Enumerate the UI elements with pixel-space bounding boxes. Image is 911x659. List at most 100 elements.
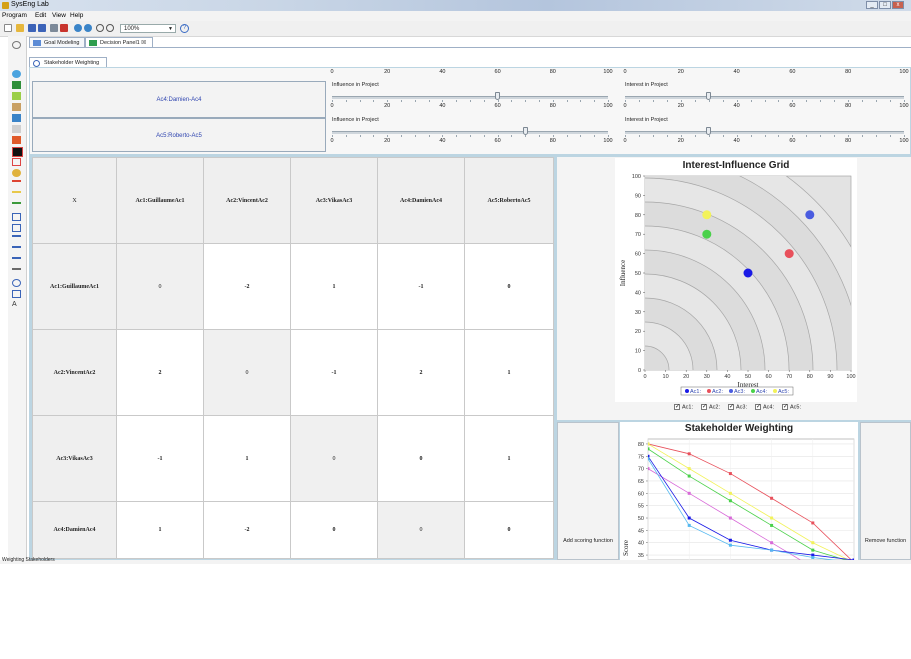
matrix-cell[interactable]: 0 bbox=[377, 415, 465, 502]
data-point[interactable] bbox=[687, 467, 691, 471]
series-checkbox[interactable]: ✓ Ac2: bbox=[701, 404, 720, 410]
zoom-select[interactable]: 100% ▼ bbox=[120, 24, 176, 33]
interest-slider-thumb[interactable] bbox=[706, 127, 712, 135]
contribute-link-icon[interactable] bbox=[12, 202, 21, 212]
obstacle-icon[interactable] bbox=[12, 136, 21, 144]
interest-slider-thumb[interactable] bbox=[706, 92, 712, 100]
save-icon[interactable] bbox=[28, 24, 36, 32]
matrix-cell[interactable]: -2 bbox=[203, 243, 291, 330]
tab-stakeholder-weighting[interactable]: Stakeholder Weighting ☒ bbox=[29, 57, 107, 76]
influence-slider-track[interactable] bbox=[332, 131, 608, 134]
data-point[interactable] bbox=[687, 491, 691, 495]
data-point[interactable] bbox=[728, 472, 732, 476]
refine-link-icon[interactable] bbox=[12, 191, 21, 201]
data-point[interactable] bbox=[728, 491, 732, 495]
entity-icon[interactable] bbox=[12, 224, 21, 232]
agent-icon[interactable] bbox=[12, 147, 23, 157]
open-folder-icon[interactable] bbox=[16, 24, 24, 32]
data-point[interactable] bbox=[811, 521, 815, 525]
add-scoring-function-button[interactable]: Add scoring function bbox=[557, 422, 619, 560]
association-icon[interactable] bbox=[12, 235, 21, 245]
data-point[interactable] bbox=[728, 543, 732, 547]
data-point[interactable] bbox=[647, 447, 650, 451]
undo-icon[interactable] bbox=[74, 24, 82, 32]
interest-slider-track[interactable] bbox=[625, 131, 904, 134]
data-point[interactable] bbox=[728, 499, 732, 503]
requirement-icon[interactable] bbox=[12, 114, 21, 122]
data-point[interactable] bbox=[811, 556, 815, 560]
data-point[interactable] bbox=[743, 268, 753, 278]
data-point[interactable] bbox=[702, 229, 712, 239]
minimize-icon[interactable]: _ bbox=[866, 1, 878, 9]
matrix-cell[interactable]: 0 bbox=[290, 501, 378, 559]
print-icon[interactable] bbox=[50, 24, 58, 32]
data-point[interactable] bbox=[687, 523, 691, 527]
task-icon[interactable] bbox=[12, 92, 21, 100]
data-point[interactable] bbox=[728, 516, 732, 520]
responsibility-icon[interactable] bbox=[12, 257, 21, 267]
matrix-cell[interactable]: -1 bbox=[116, 415, 204, 502]
actor-button-ac5[interactable]: Ac5:Roberto-Ac5 bbox=[32, 118, 326, 152]
menu-view[interactable]: View bbox=[52, 12, 66, 19]
data-point[interactable] bbox=[687, 516, 691, 520]
data-point[interactable] bbox=[770, 541, 774, 545]
data-point[interactable] bbox=[702, 210, 712, 220]
event-icon[interactable] bbox=[12, 169, 21, 177]
influence-slider-thumb[interactable] bbox=[522, 127, 528, 135]
tab-decision-panel[interactable]: Decision Panel1 ☒ bbox=[85, 37, 153, 47]
matrix-cell[interactable]: 1 bbox=[464, 329, 554, 416]
text-icon[interactable]: A bbox=[12, 301, 21, 309]
data-point[interactable] bbox=[687, 452, 691, 456]
resource-icon[interactable] bbox=[12, 103, 21, 111]
menu-program[interactable]: Program bbox=[2, 12, 27, 19]
actor-button-ac4[interactable]: Ac4:Damien-Ac4 bbox=[32, 81, 326, 118]
data-point[interactable] bbox=[770, 548, 774, 552]
series-checkbox[interactable]: ✓ Ac3: bbox=[728, 404, 747, 410]
matrix-cell[interactable]: 2 bbox=[116, 329, 204, 416]
remove-function-button[interactable]: Remove function bbox=[860, 422, 911, 560]
goal-icon[interactable] bbox=[12, 70, 21, 78]
influence-slider-track[interactable] bbox=[332, 96, 608, 99]
series-checkbox[interactable]: ✓ Ac5: bbox=[782, 404, 801, 410]
line-icon[interactable] bbox=[12, 268, 21, 278]
data-point[interactable] bbox=[647, 457, 650, 461]
maximize-icon[interactable]: □ bbox=[879, 1, 891, 9]
new-file-icon[interactable] bbox=[4, 24, 12, 32]
matrix-cell[interactable]: 0 bbox=[464, 501, 554, 559]
data-point[interactable] bbox=[728, 538, 732, 542]
matrix-cell[interactable]: 1 bbox=[464, 415, 554, 502]
matrix-cell[interactable]: -2 bbox=[203, 501, 291, 559]
stakeholder-icon[interactable] bbox=[12, 279, 21, 287]
data-point[interactable] bbox=[811, 548, 815, 552]
menu-help[interactable]: Help bbox=[70, 12, 83, 19]
data-point[interactable] bbox=[811, 541, 815, 545]
matrix-cell[interactable]: 1 bbox=[116, 501, 204, 559]
checkbox-icon[interactable]: ✓ bbox=[701, 404, 707, 410]
series-checkbox[interactable]: ✓ Ac4: bbox=[755, 404, 774, 410]
data-point[interactable] bbox=[784, 249, 794, 259]
checkbox-icon[interactable]: ✓ bbox=[782, 404, 788, 410]
data-point[interactable] bbox=[687, 474, 691, 478]
matrix-cell[interactable]: 0 bbox=[464, 243, 554, 330]
series-checkbox[interactable]: ✓ Ac1: bbox=[674, 404, 693, 410]
select-tool-icon[interactable] bbox=[12, 41, 21, 49]
zoom-in-icon[interactable] bbox=[96, 24, 104, 32]
checkbox-icon[interactable]: ✓ bbox=[728, 404, 734, 410]
interest-slider-track[interactable] bbox=[625, 96, 904, 99]
matrix-cell[interactable]: -1 bbox=[377, 243, 465, 330]
box-icon[interactable] bbox=[12, 213, 21, 221]
help-icon[interactable]: ? bbox=[180, 24, 189, 33]
conflict-link-icon[interactable] bbox=[12, 180, 21, 190]
matrix-cell[interactable]: 2 bbox=[377, 329, 465, 416]
save-all-icon[interactable] bbox=[38, 24, 46, 32]
dependency-icon[interactable] bbox=[12, 246, 21, 256]
data-point[interactable] bbox=[770, 516, 774, 520]
pdf-icon[interactable] bbox=[60, 24, 68, 32]
actor-icon[interactable] bbox=[12, 125, 21, 133]
checkbox-icon[interactable]: ✓ bbox=[755, 404, 761, 410]
matrix-cell[interactable]: -1 bbox=[290, 329, 378, 416]
menu-edit[interactable]: Edit bbox=[35, 12, 46, 19]
zoom-out-icon[interactable] bbox=[106, 24, 114, 32]
matrix-cell[interactable]: 1 bbox=[290, 243, 378, 330]
note-icon[interactable] bbox=[12, 290, 21, 298]
